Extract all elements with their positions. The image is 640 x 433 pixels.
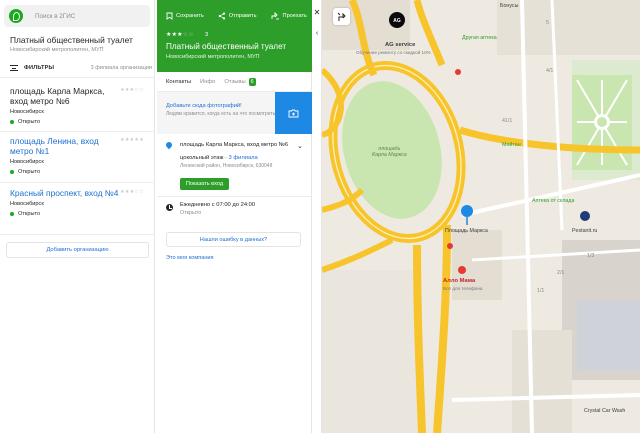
map-label-pestanit[interactable]: Pestanit.ru — [572, 228, 597, 234]
add-photo-hint: Людям нравится, когда есть на что посмот… — [166, 111, 276, 117]
map-label-square: площадь Карла Маркса — [372, 146, 407, 158]
hours-section: Ежедневно с 07:00 до 24:00 Открыто — [157, 196, 312, 222]
tab-reviews[interactable]: Отзывы 6 — [224, 77, 256, 86]
status-dot-icon — [10, 212, 14, 216]
hours-status: Открыто — [180, 210, 202, 216]
status-open: Открыто — [10, 119, 146, 125]
search-input[interactable]: Поиск в 2ГИС — [35, 13, 75, 20]
location-pin-icon — [164, 140, 174, 150]
list-item[interactable]: площадь Карла Маркса, вход метро №6 ★★★☆… — [10, 86, 146, 125]
collapse-arrow-icon[interactable]: ‹ — [312, 30, 322, 44]
org-title: Платный общественный туалет — [10, 35, 133, 45]
divider — [0, 77, 155, 78]
status-dot-icon — [10, 170, 14, 174]
map-label-metro[interactable]: Площадь Маркса — [445, 228, 488, 234]
org-subtitle: Новосибирский метрополитен, МУП — [10, 47, 104, 53]
list-item-name[interactable]: Красный проспект, вход №4 — [10, 188, 120, 198]
address-text: площадь Карла Маркса, вход метро №6 — [180, 142, 289, 148]
card-tabs: Контакты Инфо Отзывы 6 — [157, 72, 312, 92]
tab-info[interactable]: Инфо — [200, 79, 215, 85]
floor-info: цокольный этаж · 3 филиала — [180, 155, 258, 161]
directions-button[interactable]: Проехать — [271, 12, 307, 20]
map-house-number: 1/1 — [537, 288, 545, 294]
bookmark-icon — [166, 12, 173, 20]
list-item-name[interactable]: площадь Карла Маркса, вход метро №6 — [10, 86, 120, 106]
divider — [0, 131, 155, 132]
hours-text: Ежедневно с 07:00 до 24:00 — [180, 202, 256, 208]
tab-contacts[interactable]: Контакты — [166, 79, 191, 85]
map-label-meitan[interactable]: Мейтан — [502, 142, 521, 148]
svg-text:AG: AG — [393, 18, 401, 24]
directions-icon — [337, 12, 346, 21]
search-bar[interactable]: Поиск в 2ГИС — [4, 5, 150, 27]
list-item[interactable]: площадь Ленина, вход метро №1 ★★★★★ Ново… — [10, 136, 146, 175]
divider — [0, 182, 155, 183]
panel-strip: ✕ ‹ — [312, 0, 322, 433]
card-title: Платный общественный туалет — [166, 42, 287, 51]
rating-stars: ★★★★★ — [120, 137, 144, 143]
list-item-city: Новосибирск — [10, 201, 44, 207]
map-label-ag[interactable]: AG service — [385, 42, 415, 48]
rating-stars: ★★★☆☆ — [120, 189, 144, 195]
results-panel: Поиск в 2ГИС Платный общественный туалет… — [0, 0, 155, 433]
show-entrance-button[interactable]: Показать вход — [180, 178, 229, 190]
list-item-city: Новосибирск — [10, 109, 44, 115]
card-header: Сохранить Отправить Проехать ★★★☆☆ 3 Пла… — [157, 0, 312, 72]
report-error-button[interactable]: Нашли ошибку в данных? — [166, 232, 301, 247]
reviews-count-badge: 6 — [248, 77, 256, 86]
map-house-number: 5 — [546, 20, 549, 26]
close-icon[interactable]: ✕ — [312, 8, 322, 17]
map-label-allo-sub: Всё для телефона — [443, 286, 483, 291]
map-label-pharmacy[interactable]: Другая аптека — [462, 35, 497, 41]
card-subtitle: Новосибирский метрополитен, МУП — [166, 54, 260, 60]
branches-link[interactable]: 3 филиала — [228, 155, 257, 161]
map-house-number: 1/3 — [587, 253, 595, 259]
list-item-city: Новосибирск — [10, 159, 44, 165]
map-house-number: 41/1 — [502, 118, 513, 124]
rating-stars: ★★★☆☆ — [166, 32, 194, 38]
add-photo-button[interactable] — [275, 92, 312, 134]
add-organization-button[interactable]: Добавить организацию — [6, 242, 149, 258]
rating-stars: ★★★☆☆ — [120, 87, 144, 93]
card-actions: Сохранить Отправить Проехать — [166, 12, 321, 20]
save-button[interactable]: Сохранить — [166, 12, 204, 20]
branch-count: 3 филиала организации — [90, 65, 152, 71]
list-item-name[interactable]: площадь Ленина, вход метро №1 — [10, 136, 120, 156]
camera-plus-icon — [288, 109, 299, 117]
map-label-ag-sub: Обучение ремонту со скидкой 10% — [356, 50, 431, 55]
route-button[interactable] — [333, 8, 350, 25]
route-icon — [271, 12, 279, 20]
status-open: Открыто — [10, 169, 146, 175]
list-item[interactable]: Красный проспект, вход №4 ★★★☆☆ Новосиби… — [10, 188, 146, 217]
add-photo-section: Добавьте сюда фотографий! Людям нравится… — [157, 92, 312, 134]
clock-icon — [166, 204, 173, 211]
status-open: Открыто — [10, 211, 146, 217]
map-label-bonus: Бонусы — [500, 3, 519, 9]
map[interactable]: AG AG service Обучение ремонту со скидко… — [322, 0, 640, 433]
map-label-allo[interactable]: Алло Мама — [443, 278, 475, 284]
rating-value: 3 — [205, 32, 209, 38]
chevron-down-icon[interactable]: ⌄ — [297, 142, 303, 150]
map-house-number: 2/1 — [557, 270, 565, 276]
filter-bar: ФИЛЬТРЫ 3 филиала организации — [10, 63, 152, 73]
share-button[interactable]: Отправить — [218, 12, 257, 20]
district-text: Ленинский район, Новосибирск, 630048 — [180, 163, 273, 169]
map-canvas[interactable]: AG — [322, 0, 640, 433]
map-house-number: 4/1 — [546, 68, 554, 74]
my-company-link[interactable]: Это моя компания — [166, 255, 214, 261]
filters-button[interactable]: ФИЛЬТРЫ — [24, 65, 54, 71]
place-card: Сохранить Отправить Проехать ★★★☆☆ 3 Пла… — [157, 0, 312, 433]
filter-icon[interactable] — [10, 65, 18, 71]
add-photo-link[interactable]: Добавьте сюда фотографий! — [166, 103, 242, 109]
share-icon — [218, 12, 225, 20]
status-dot-icon — [10, 120, 14, 124]
2gis-logo-icon[interactable] — [9, 9, 23, 23]
map-label-car-wash[interactable]: Crystal Car Wash — [584, 408, 625, 414]
divider — [0, 234, 155, 235]
map-label-apteka[interactable]: Аптека от склада — [532, 198, 574, 204]
